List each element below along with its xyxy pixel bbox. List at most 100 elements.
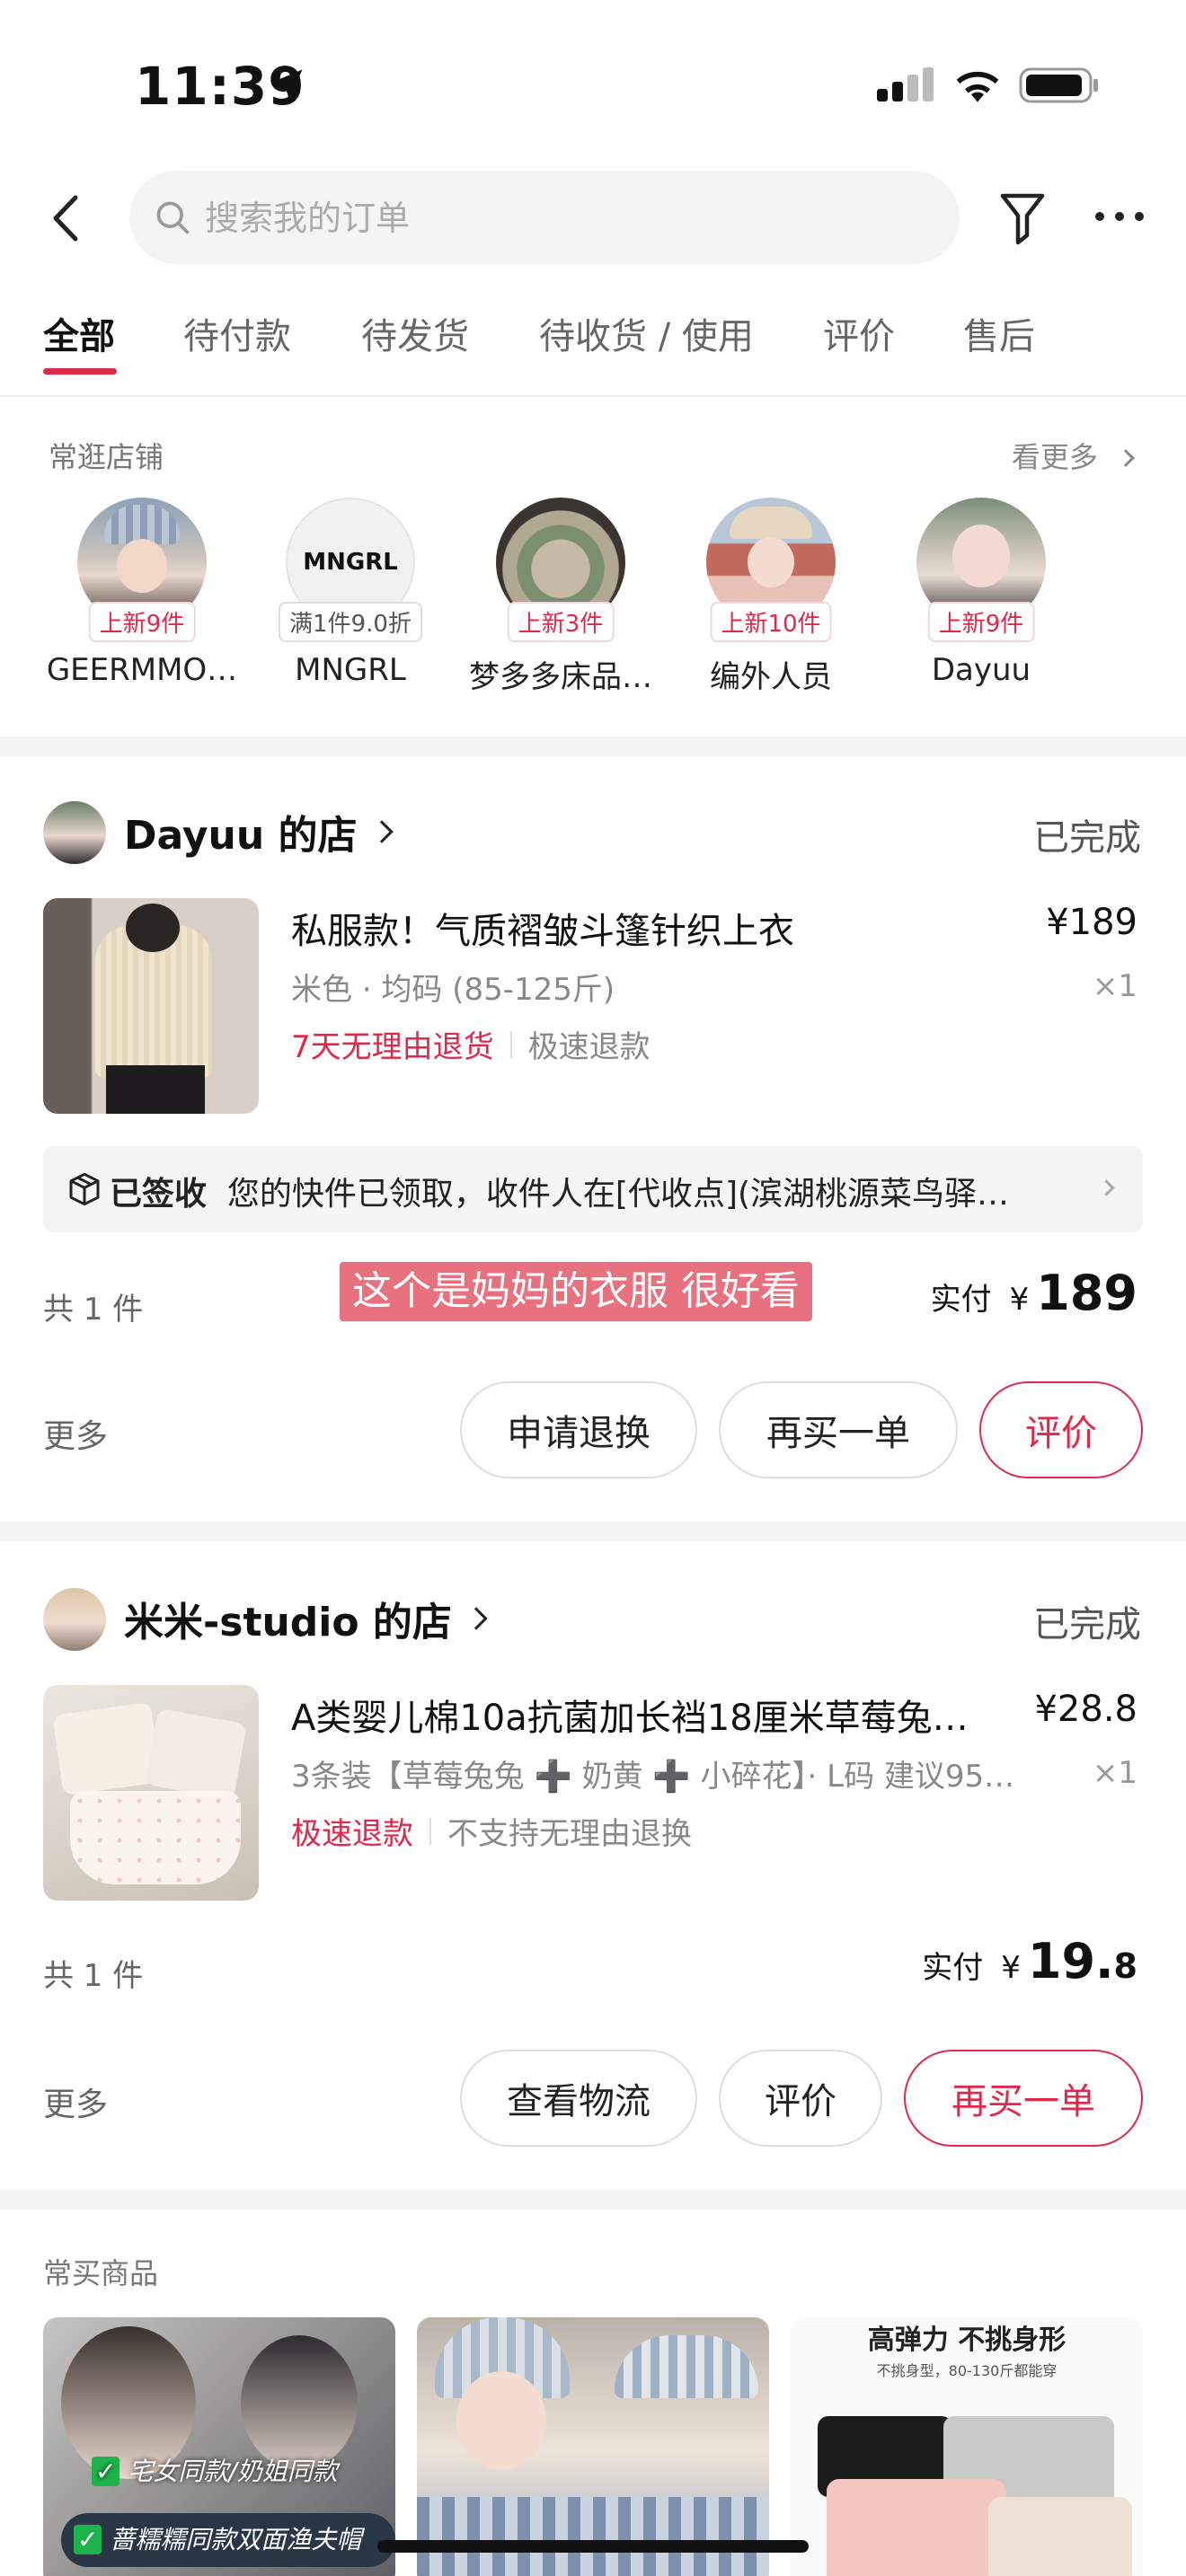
shop-name: 编外人员 [710,659,832,695]
card-caption-line1: 宅女同款/奶姐同款 [128,2457,338,2486]
shop-badge: 满1件9.0折 [279,602,422,642]
home-indicator [377,2540,809,2553]
product-card[interactable]: 高弹力 不挑身形 不挑身型，80-130斤都能穿 [791,2317,1143,2576]
more-link[interactable]: 更多 [43,1410,108,1457]
tab-all[interactable]: 全部 [43,305,115,368]
return-policy-tag: 7天无理由退货 [291,1029,494,1065]
product-card[interactable]: ✓ 宅女同款/奶姐同款 ✓ 蔷糯糯同款双面渔夫帽 [43,2317,395,2576]
product-qty: ×1 [1092,1755,1137,1791]
search-placeholder: 搜索我的订单 [205,198,411,238]
paid-label: 实付 [930,1282,992,1318]
paid-label: 实付 [922,1950,984,1986]
card-caption: ✓ 蔷糯糯同款双面渔夫帽 [74,2520,361,2556]
shop-badge: 上新10件 [710,602,832,642]
signal-icon [877,67,934,101]
store-avatar [43,1588,106,1651]
shop-item[interactable]: 上新3件 梦多多床品… [456,498,665,696]
chevron-right-icon [465,1607,488,1630]
product-title[interactable]: 私服款！气质褶皱斗篷针织上衣 [291,902,794,954]
shop-item[interactable]: 上新9件 GEERMMO… [38,498,246,688]
chevron-right-icon [1098,1179,1115,1196]
see-more-label: 看更多 [1011,440,1098,474]
shop-item[interactable]: MNGRL 满1件9.0折 MNGRL [246,498,455,688]
store-avatar [43,801,106,864]
shop-item[interactable]: 上新9件 Dayuu [877,498,1085,688]
chevron-right-icon [369,820,394,843]
top-bar: 11:39 搜索我的订单 全部 待付款 待发货 待收货 / 使用 评价 售后 [0,0,1186,397]
store-link[interactable]: Dayuu 的店 [124,803,394,860]
shipping-status-bar[interactable]: 已签收 您的快件已领取，收件人在[代收点](滨湖桃源菜鸟驿… [43,1146,1143,1232]
shop-badge: 上新9件 [88,602,196,642]
search-icon [156,201,190,234]
product-spec: 3条装【草莓兔兔 ➕ 奶黄 ➕ 小碎花】· L码 建议95… [291,1759,1015,1795]
review-button[interactable]: 评价 [979,1381,1143,1478]
shop-badge: 上新3件 [507,602,615,642]
order-tabs: 全部 待付款 待发货 待收货 / 使用 评价 售后 [0,305,1186,386]
see-more-link[interactable]: 看更多 [1011,435,1135,476]
shop-name: GEERMMO… [46,652,238,688]
product-image[interactable] [43,898,259,1114]
card-caption: ✓ 宅女同款/奶姐同款 [92,2452,338,2488]
order-status: 已完成 [1033,817,1141,859]
shipping-text: 已签收 您的快件已领取，收件人在[代收点](滨湖桃源菜鸟驿… [110,1168,1080,1214]
checkbox-icon: ✓ [92,2457,120,2486]
apply-return-button[interactable]: 申请退换 [460,1381,697,1478]
product-spec: 米色 · 均码 (85-125斤) [291,972,615,1008]
status-icons [877,63,1100,108]
service-tags: 极速退款 不支持无理由退换 [291,1809,692,1853]
frequent-buys-section: 常买商品 ✓ 宅女同款/奶姐同款 ✓ 蔷糯糯同款双面渔夫帽 高弹力 不挑身形 不… [0,2210,1186,2576]
tab-pending-receipt[interactable]: 待收货 / 使用 [539,305,754,368]
shop-badge: 上新9件 [927,602,1035,642]
return-policy-tag: 不支持无理由退换 [447,1816,692,1852]
view-logistics-button[interactable]: 查看物流 [460,2050,697,2147]
product-image[interactable] [43,1685,259,1901]
tab-after-sales[interactable]: 售后 [963,305,1035,368]
item-count: 共 1 件 [43,1292,144,1328]
product-price: ¥28.8 [1034,1689,1137,1730]
refund-tag: 极速退款 [527,1029,651,1065]
product-card[interactable] [417,2317,769,2576]
comment-overlay: 这个是妈妈的衣服 很好看 [340,1262,812,1321]
item-count: 共 1 件 [43,1958,144,1994]
shop-name: MNGRL [295,652,406,688]
shop-item[interactable]: 上新10件 编外人员 [667,498,875,696]
card-caption-line2: 蔷糯糯同款双面渔夫帽 [110,2525,362,2554]
paid-currency: ¥ [1009,1282,1030,1318]
paid-amount: 189 [1036,1265,1137,1321]
mngrl-logo-text: MNGRL [303,549,398,576]
more-options-icon[interactable] [1093,203,1146,230]
filter-icon[interactable] [997,185,1048,248]
product-price: ¥189 [1046,902,1137,943]
location-arrow-icon [272,69,303,100]
product-title[interactable]: A类婴儿棉10a抗菌加长裆18厘米草莓兔… [291,1689,1019,1741]
buy-again-button[interactable]: 再买一单 [904,2050,1143,2147]
product-qty: ×1 [1092,968,1137,1004]
store-link[interactable]: 米米-studio 的店 [124,1590,488,1647]
more-link[interactable]: 更多 [43,2078,108,2125]
shipping-detail: 您的快件已领取，收件人在[代收点](滨湖桃源菜鸟驿… [226,1176,1010,1213]
frequent-buys-title: 常买商品 [43,2256,159,2290]
tab-pending-shipment[interactable]: 待发货 [361,305,469,368]
tab-pending-payment[interactable]: 待付款 [183,305,291,368]
paid-amount-integer: 19. [1027,1933,1114,1989]
paid-currency: ¥ [1001,1950,1021,1986]
review-button[interactable]: 评价 [719,2050,882,2147]
card-subtext: 不挑身型，80-130斤都能穿 [876,2362,1058,2379]
frequent-shops-title: 常逛店铺 [49,440,164,474]
buy-again-button[interactable]: 再买一单 [719,1381,958,1478]
paid-amount-decimal: 8 [1113,1946,1137,1986]
store-name: Dayuu 的店 [124,813,358,859]
paid-total: 实付 ¥ 189 [931,1265,1137,1321]
card-headline: 高弹力 不挑身形 [867,2325,1067,2356]
tab-review[interactable]: 评价 [823,305,895,368]
checkbox-icon: ✓ [74,2525,102,2554]
chevron-right-icon [1117,449,1135,467]
service-tags: 7天无理由退货 极速退款 [291,1022,651,1066]
shop-name: 梦多多床品… [469,659,652,695]
order-card: Dayuu 的店 已完成 私服款！气质褶皱斗篷针织上衣 米色 · 均码 (85-… [0,756,1186,1522]
wifi-icon [956,71,999,102]
back-arrow-icon[interactable] [45,187,90,250]
package-icon [69,1172,100,1206]
divider [429,1817,431,1845]
battery-icon [1019,67,1098,103]
